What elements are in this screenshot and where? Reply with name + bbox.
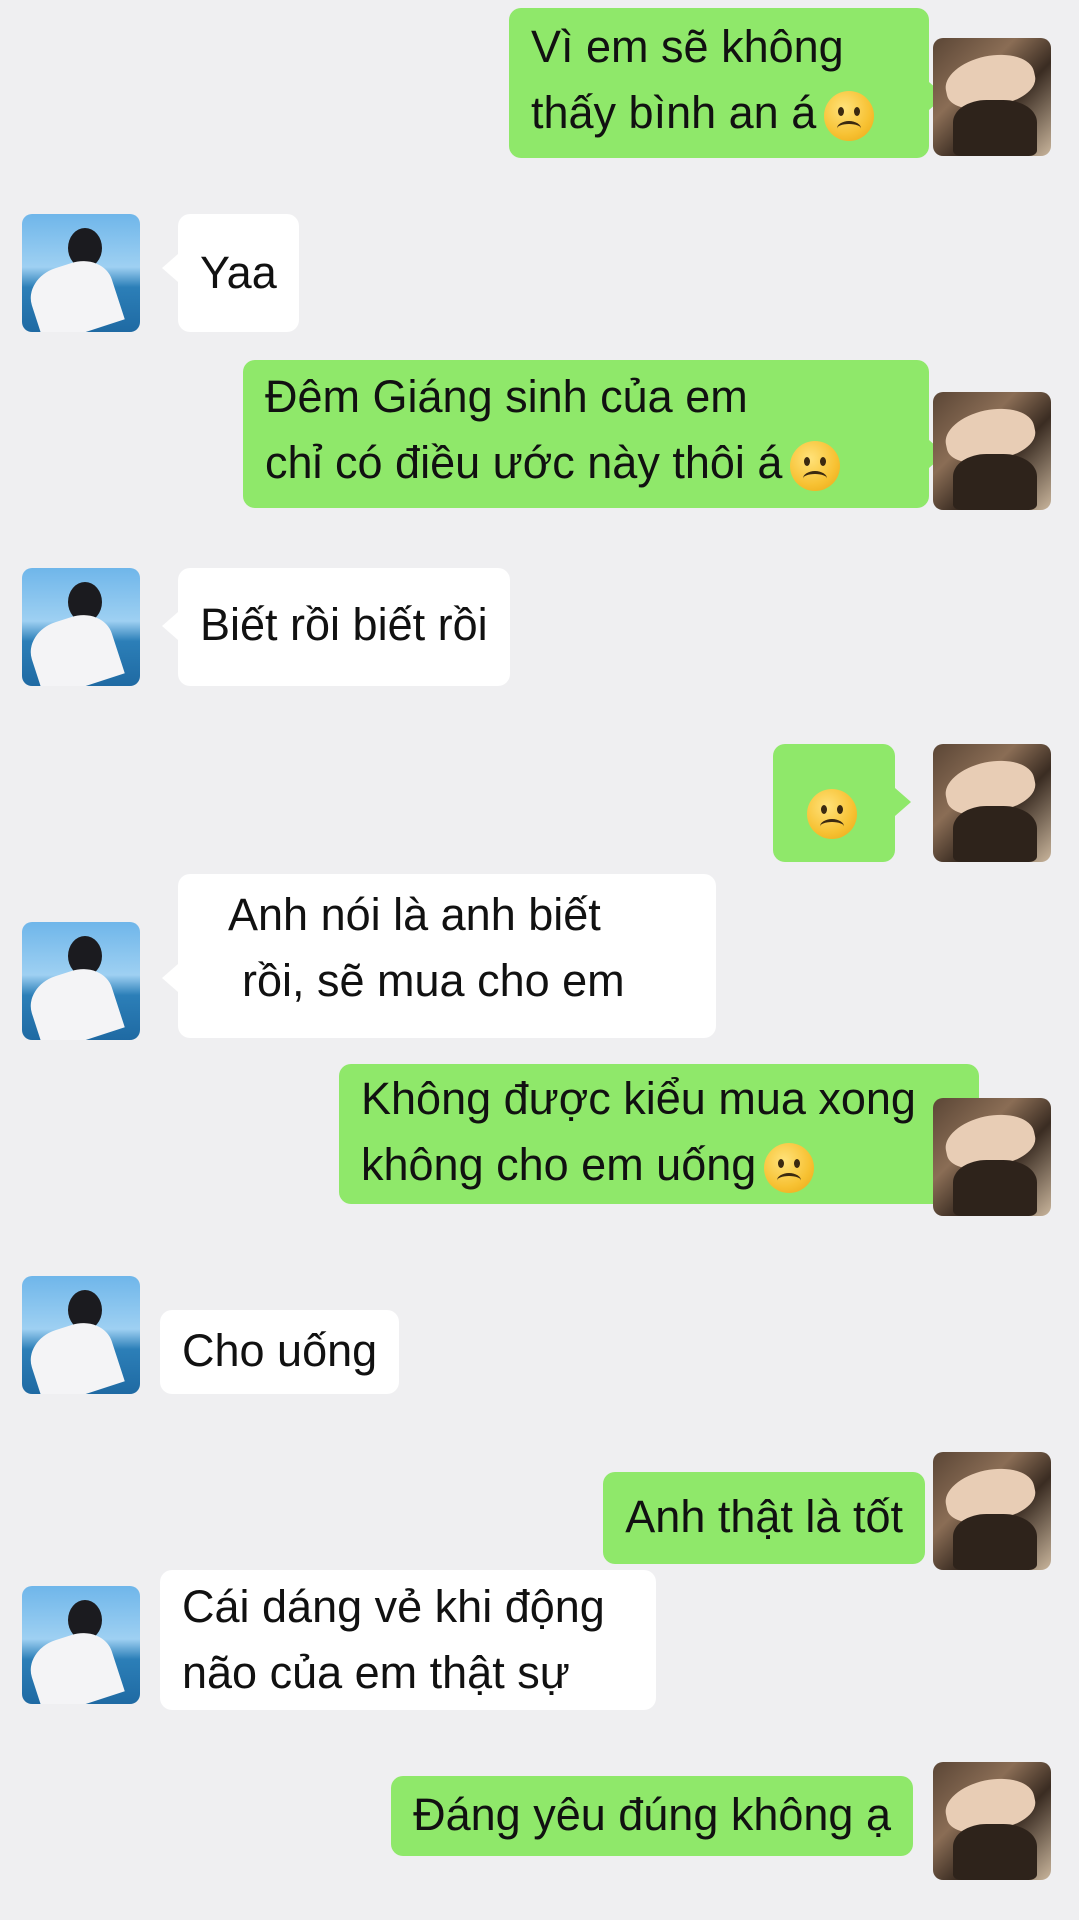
frowning-face-icon	[764, 1143, 815, 1194]
message-text: Anh nói là anh biết	[228, 889, 601, 940]
message-text: rồi, sẽ mua cho em	[242, 955, 625, 1006]
message-text: Đêm Giáng sinh của em	[265, 371, 748, 422]
my-message-bubble[interactable]: Anh thật là tốt	[603, 1472, 925, 1564]
message-row: Anh nói là anh biết rồi, sẽ mua cho em	[0, 874, 1079, 1044]
message-text: Yaa	[200, 247, 277, 298]
my-message-bubble[interactable]: Không được kiểu mua xong không cho em uố…	[339, 1064, 979, 1204]
contact-avatar[interactable]	[22, 1586, 140, 1704]
my-avatar[interactable]	[933, 38, 1051, 156]
message-text: Biết rồi biết rồi	[200, 599, 488, 650]
frowning-face-icon	[807, 789, 857, 840]
bubble-tail	[162, 254, 178, 282]
message-text: Vì em sẽ không	[531, 21, 844, 72]
my-avatar[interactable]	[933, 744, 1051, 862]
contact-message-bubble[interactable]: Cho uống	[160, 1310, 400, 1394]
my-message-bubble[interactable]: Vì em sẽ không thấy bình an á	[509, 8, 929, 158]
message-row: Biết rồi biết rồi	[0, 568, 1079, 688]
contact-avatar[interactable]	[22, 568, 140, 686]
bubble-tail	[162, 964, 178, 992]
contact-message-bubble[interactable]: Biết rồi biết rồi	[178, 568, 510, 686]
contact-avatar[interactable]	[22, 214, 140, 332]
message-text: không cho em uống	[361, 1139, 757, 1190]
message-text: Cái dáng vẻ khi động	[182, 1581, 605, 1632]
message-text: Cho uống	[182, 1325, 378, 1376]
message-row: Yaa	[0, 214, 1079, 334]
my-avatar[interactable]	[933, 1762, 1051, 1880]
message-row: Đáng yêu đúng không ạ	[0, 1762, 1079, 1882]
message-text: não của em thật sự	[182, 1647, 570, 1698]
message-row: Không được kiểu mua xong không cho em uố…	[0, 1064, 1079, 1224]
my-avatar[interactable]	[933, 1098, 1051, 1216]
bubble-tail	[895, 788, 911, 816]
frowning-face-icon	[790, 441, 841, 492]
message-row: Anh thật là tốt	[0, 1452, 1079, 1572]
my-message-bubble[interactable]	[773, 744, 895, 862]
message-text: thấy bình an á	[531, 87, 817, 138]
my-message-bubble[interactable]: Đêm Giáng sinh của em chỉ có điều ước nà…	[243, 360, 929, 508]
contact-message-bubble[interactable]: Yaa	[178, 214, 299, 332]
frowning-face-icon	[824, 91, 875, 142]
message-row: Cái dáng vẻ khi động não của em thật sự	[0, 1570, 1079, 1710]
message-row: Vì em sẽ không thấy bình an á	[0, 8, 1079, 168]
contact-message-bubble[interactable]: Anh nói là anh biết rồi, sẽ mua cho em	[178, 874, 716, 1038]
contact-avatar[interactable]	[22, 1276, 140, 1394]
contact-avatar[interactable]	[22, 922, 140, 1040]
message-row	[0, 744, 1079, 864]
my-avatar[interactable]	[933, 1452, 1051, 1570]
message-row: Cho uống	[0, 1276, 1079, 1396]
message-text: Không được kiểu mua xong	[361, 1073, 916, 1124]
message-text: chỉ có điều ước này thôi á	[265, 437, 783, 488]
my-message-bubble[interactable]: Đáng yêu đúng không ạ	[391, 1776, 913, 1856]
message-text: Đáng yêu đúng không ạ	[413, 1789, 891, 1840]
message-row: Đêm Giáng sinh của em chỉ có điều ước nà…	[0, 360, 1079, 520]
my-avatar[interactable]	[933, 392, 1051, 510]
message-text: Anh thật là tốt	[625, 1491, 903, 1542]
contact-message-bubble[interactable]: Cái dáng vẻ khi động não của em thật sự	[160, 1570, 656, 1710]
bubble-tail	[162, 612, 178, 640]
chat-thread: Vì em sẽ không thấy bình an á Yaa Đêm Gi…	[0, 0, 1079, 1920]
